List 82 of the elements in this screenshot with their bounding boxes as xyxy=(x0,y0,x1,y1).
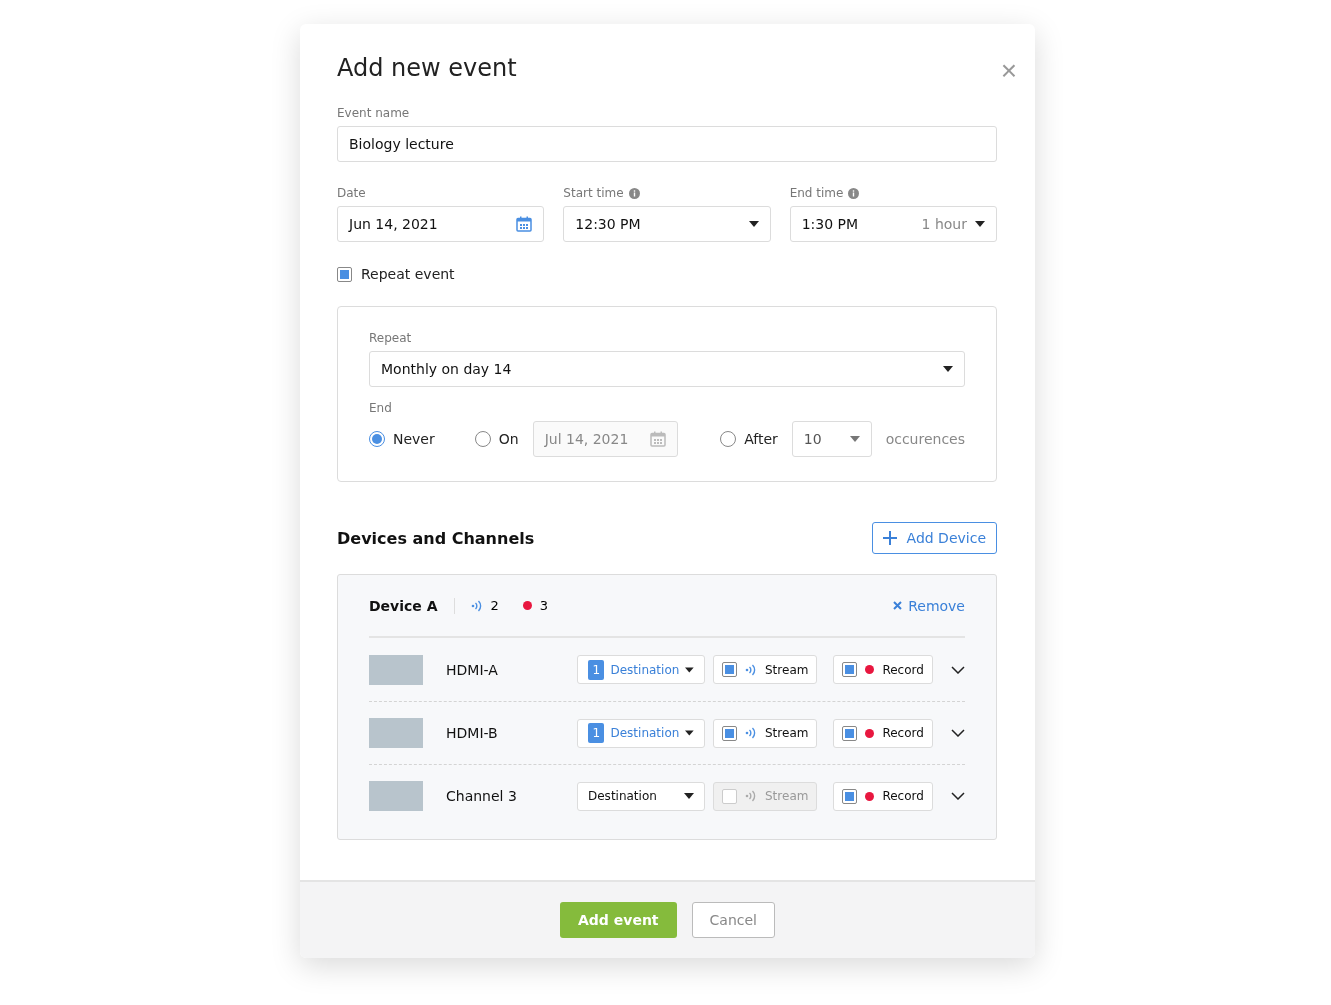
channel-name: HDMI-B xyxy=(446,725,499,741)
count-badge: 1 xyxy=(588,723,605,743)
record-count: 3 xyxy=(539,598,549,613)
calendar-icon[interactable] xyxy=(650,431,667,447)
input-field[interactable]: Biology lecture xyxy=(337,126,997,162)
record-dot-icon xyxy=(865,791,875,801)
field-value: Jul 14, 2021 xyxy=(544,431,630,447)
record-dot-icon xyxy=(865,728,875,738)
field-value: Monthly on day 14 xyxy=(381,361,513,377)
caret-icon xyxy=(684,793,694,799)
plus-icon xyxy=(882,531,897,545)
record-toggle[interactable]: Record xyxy=(833,781,933,811)
field-value: 1:30 PM xyxy=(801,216,860,232)
photo-placeholder xyxy=(369,718,423,748)
caret-icon xyxy=(975,221,985,227)
radio-label: After xyxy=(744,431,778,447)
caret-icon xyxy=(685,666,694,673)
expand-button[interactable] xyxy=(951,792,965,800)
cancel-button[interactable]: Cancel xyxy=(691,902,775,938)
info-icon xyxy=(628,187,640,199)
checkbox[interactable] xyxy=(842,662,858,677)
info-icon xyxy=(848,187,860,199)
checkbox-label: Repeat event xyxy=(361,266,455,282)
expand-button[interactable] xyxy=(951,729,965,737)
chevron-down-icon xyxy=(951,665,965,674)
caret-icon xyxy=(685,730,694,736)
field-value: Jun 14, 2021 xyxy=(349,216,439,232)
chevron-down-icon xyxy=(951,792,965,800)
chevron-down-icon xyxy=(951,729,965,737)
field-label: End time xyxy=(789,186,844,200)
checkbox[interactable] xyxy=(842,725,858,741)
record-toggle[interactable]: Record xyxy=(833,718,933,748)
close-icon xyxy=(893,601,903,610)
field-label: End xyxy=(369,401,392,415)
time-select[interactable]: 1:30 PM 1 hour xyxy=(789,206,997,242)
section-title: Devices and Channels xyxy=(337,528,535,548)
photo-placeholder xyxy=(369,654,423,685)
caret-icon xyxy=(748,221,759,227)
destination-select[interactable]: 1 Destination xyxy=(577,718,705,748)
broadcast-icon xyxy=(745,790,757,802)
destination-select[interactable]: Destination xyxy=(577,781,705,811)
calendar-icon[interactable] xyxy=(516,216,533,232)
checkbox[interactable] xyxy=(842,788,858,804)
time-select[interactable]: 12:30 PM xyxy=(563,206,771,242)
record-dot-icon xyxy=(522,601,532,610)
remove-button[interactable]: Remove xyxy=(893,597,965,614)
caret-icon xyxy=(943,366,953,372)
channel-name: Channel 3 xyxy=(446,788,518,804)
broadcast-icon xyxy=(745,727,757,739)
caret-icon xyxy=(849,436,860,442)
field-label: Event name xyxy=(337,106,410,120)
field-label: Date xyxy=(337,186,366,200)
stream-toggle[interactable]: Stream xyxy=(713,655,818,684)
count-select[interactable]: 10 xyxy=(791,421,872,457)
radio-label: Never xyxy=(393,431,435,447)
field-value: 12:30 PM xyxy=(575,216,642,232)
count-badge: 1 xyxy=(588,659,605,680)
field-label: Start time xyxy=(563,186,624,200)
repeat-select[interactable]: Monthly on day 14 xyxy=(369,351,965,387)
photo-placeholder xyxy=(369,781,423,811)
suffix-text: occurences xyxy=(885,431,965,447)
field-label: Repeat xyxy=(369,331,412,345)
radio-label: On xyxy=(498,431,519,447)
device-name: Device A xyxy=(369,597,455,614)
checkbox[interactable] xyxy=(722,662,737,677)
stream-toggle[interactable]: Stream xyxy=(713,718,818,748)
expand-button[interactable] xyxy=(951,665,965,674)
add-device-button[interactable]: Add Device xyxy=(871,522,997,554)
checkbox[interactable] xyxy=(722,725,737,741)
record-dot-icon xyxy=(865,665,875,674)
broadcast-icon xyxy=(470,599,483,612)
field-value: 10 xyxy=(803,431,823,447)
channel-name: HDMI-A xyxy=(446,661,499,678)
stream-count: 2 xyxy=(490,598,499,613)
duration-text: 1 hour xyxy=(921,216,967,232)
record-toggle[interactable]: Record xyxy=(833,655,933,684)
destination-select[interactable]: 1 Destination xyxy=(577,655,705,684)
checkbox[interactable] xyxy=(337,266,352,282)
date-field[interactable]: Jun 14, 2021 xyxy=(337,206,545,242)
dialog-title: Add new event xyxy=(337,54,518,82)
broadcast-icon xyxy=(745,663,757,676)
date-field[interactable]: Jul 14, 2021 xyxy=(532,421,679,457)
